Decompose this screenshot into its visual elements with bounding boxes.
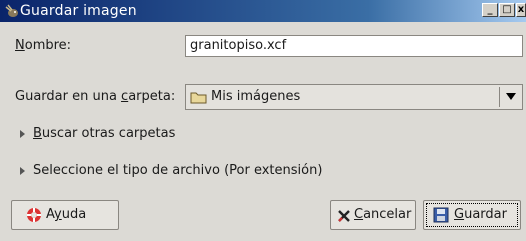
help-button[interactable]: Ayuda <box>11 200 119 230</box>
folder-value: Mis imágenes <box>211 89 301 104</box>
x-cancel-icon <box>338 210 350 222</box>
floppy-save-icon <box>433 207 449 223</box>
chevron-down-icon[interactable] <box>506 93 516 100</box>
folder-label: Guardar en una carpeta: <box>15 89 176 104</box>
save-label: Guardar <box>454 207 507 222</box>
folder-icon <box>190 92 207 104</box>
help-label: Ayuda <box>46 207 87 222</box>
save-button[interactable]: Guardar <box>423 200 521 230</box>
browse-label: Buscar otras carpetas <box>33 126 176 141</box>
expander-arrow-icon <box>20 130 25 138</box>
cancel-button[interactable]: Cancelar <box>330 200 416 230</box>
close-button[interactable]: x <box>516 3 526 17</box>
filetype-label: Seleccione el tipo de archivo (Por exten… <box>33 163 323 178</box>
title-bar[interactable]: Guardar imagen _ □ x <box>0 0 526 22</box>
filename-input[interactable]: granitopiso.xcf <box>185 35 523 57</box>
lifebuoy-help-icon <box>27 208 41 222</box>
gimp-wilber-icon <box>5 4 18 17</box>
window-title: Guardar imagen <box>20 3 137 19</box>
maximize-button[interactable]: □ <box>499 3 515 17</box>
name-label: Nombre: <box>15 38 72 53</box>
combo-divider <box>499 87 500 107</box>
minimize-button[interactable]: _ <box>482 3 498 17</box>
filename-value: granitopiso.xcf <box>190 38 287 53</box>
folder-combo[interactable]: Mis imágenes <box>185 84 523 110</box>
expander-arrow-icon <box>20 167 25 175</box>
cancel-label: Cancelar <box>354 207 412 222</box>
